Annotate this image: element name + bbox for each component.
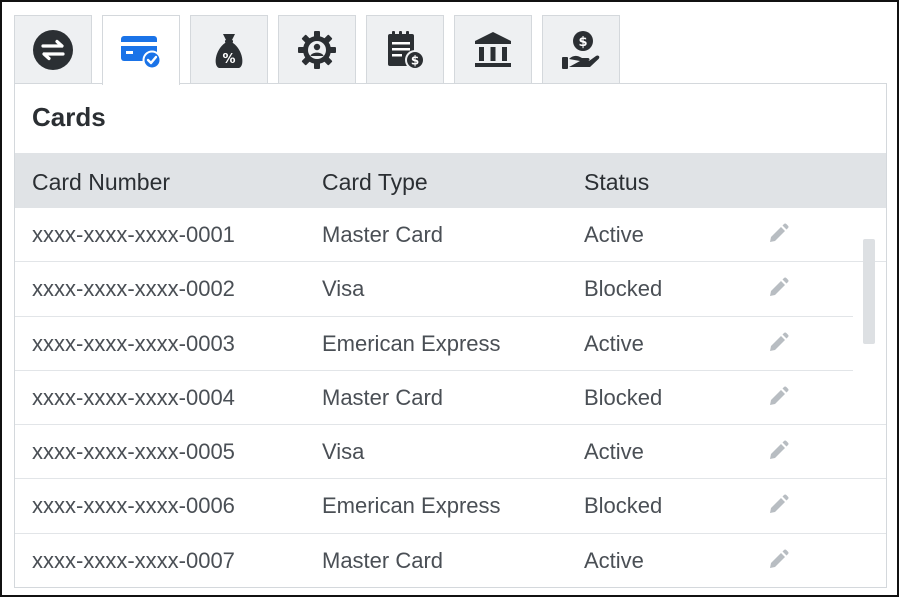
- pencil-icon: [770, 386, 789, 405]
- status-cell: Blocked: [584, 276, 663, 302]
- table-row[interactable]: xxxx-xxxx-xxxx-0003 Emerican Express Act…: [15, 317, 853, 371]
- pencil-icon: [770, 494, 789, 514]
- card-type-cell: Emerican Express: [322, 493, 501, 519]
- bill-dollar-icon: $: [388, 31, 425, 70]
- table-header: Card Number Card Type Status: [15, 153, 886, 208]
- transfer-icon: [33, 30, 73, 70]
- table-row[interactable]: xxxx-xxxx-xxxx-0001 Master Card Active: [15, 208, 886, 263]
- card-number-cell: xxxx-xxxx-xxxx-0004: [32, 384, 235, 410]
- status-cell: Active: [584, 222, 644, 247]
- card-type-cell: Master Card: [322, 384, 444, 410]
- pencil-icon: [770, 440, 789, 460]
- column-header-card-number[interactable]: Card Number: [32, 169, 170, 196]
- svg-text:$: $: [411, 54, 419, 68]
- svg-text:%: %: [222, 52, 235, 67]
- pencil-icon: [770, 277, 789, 297]
- hand-dollar-icon: $: [562, 31, 600, 69]
- card-type-cell: Master Card: [322, 547, 444, 573]
- table-row[interactable]: xxxx-xxxx-xxxx-0006 Emerican Express Blo…: [15, 479, 886, 534]
- table-row[interactable]: xxxx-xxxx-xxxx-0004 Master Card Blocked: [15, 371, 886, 426]
- status-cell: Active: [584, 547, 644, 573]
- column-header-card-type[interactable]: Card Type: [322, 169, 428, 196]
- edit-button[interactable]: [767, 549, 789, 571]
- card-type-cell: Emerican Express: [322, 330, 501, 356]
- edit-button[interactable]: [767, 277, 789, 299]
- status-cell: Active: [584, 439, 644, 465]
- card-type-cell: Visa: [322, 439, 365, 465]
- edit-button[interactable]: [767, 223, 789, 245]
- card-number-cell: xxxx-xxxx-xxxx-0003: [32, 330, 235, 356]
- bank-icon: [475, 32, 511, 67]
- edit-button[interactable]: [767, 440, 789, 462]
- tab-loans[interactable]: %: [190, 15, 268, 84]
- tab-bar: % $ $: [14, 15, 620, 85]
- card-number-cell: xxxx-xxxx-xxxx-0001: [32, 222, 235, 247]
- card-number-cell: xxxx-xxxx-xxxx-0006: [32, 493, 235, 519]
- edit-button[interactable]: [767, 386, 789, 408]
- tab-settings[interactable]: [278, 15, 356, 84]
- card-type-cell: Visa: [322, 276, 365, 302]
- pencil-icon: [770, 332, 789, 351]
- card-number-cell: xxxx-xxxx-xxxx-0007: [32, 547, 235, 573]
- tab-bank[interactable]: [454, 15, 532, 84]
- card-check-icon: [121, 35, 162, 69]
- gear-icon: [298, 31, 336, 69]
- tab-bills[interactable]: $: [366, 15, 444, 84]
- status-cell: Blocked: [584, 384, 663, 410]
- table-row[interactable]: xxxx-xxxx-xxxx-0007 Master Card Active: [15, 534, 886, 587]
- vertical-scrollbar[interactable]: [863, 239, 875, 344]
- svg-text:$: $: [578, 35, 587, 50]
- card-number-cell: xxxx-xxxx-xxxx-0005: [32, 439, 235, 465]
- table-body: xxxx-xxxx-xxxx-0001 Master Card Active x…: [15, 208, 886, 587]
- card-number-cell: xxxx-xxxx-xxxx-0002: [32, 276, 235, 302]
- card-type-cell: Master Card: [322, 222, 444, 247]
- money-bag-percent-icon: %: [215, 34, 243, 68]
- cards-panel: Cards Card Number Card Type Status xxxx-…: [14, 83, 887, 588]
- status-cell: Blocked: [584, 493, 663, 519]
- column-header-status[interactable]: Status: [584, 169, 649, 196]
- edit-button[interactable]: [767, 332, 789, 354]
- tab-cards[interactable]: [102, 15, 180, 85]
- status-cell: Active: [584, 330, 644, 356]
- pencil-icon: [770, 223, 789, 242]
- tab-transfers[interactable]: [14, 15, 92, 84]
- table-row[interactable]: xxxx-xxxx-xxxx-0002 Visa Blocked: [15, 262, 853, 317]
- pencil-icon: [770, 549, 789, 568]
- table-row[interactable]: xxxx-xxxx-xxxx-0005 Visa Active: [15, 425, 886, 480]
- tab-payments[interactable]: $: [542, 15, 620, 84]
- edit-button[interactable]: [767, 494, 789, 516]
- page-title: Cards: [32, 102, 106, 132]
- app-frame: % $ $ Cards Card Number Card Type Status…: [0, 0, 899, 597]
